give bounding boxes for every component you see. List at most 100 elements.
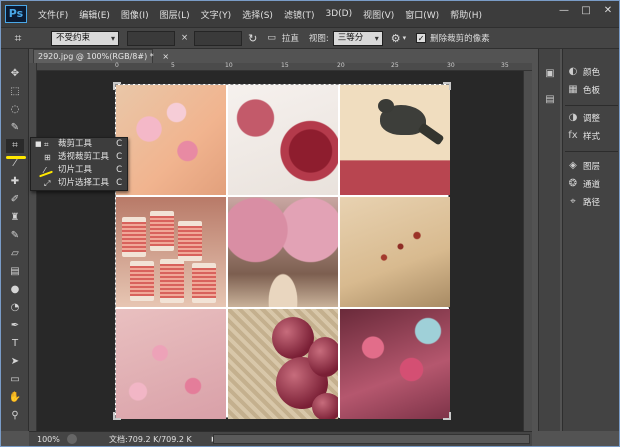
straighten-label[interactable]: 拉直 — [282, 32, 299, 44]
panel-label: 颜色 — [583, 68, 601, 78]
horizontal-scrollbar[interactable] — [213, 434, 530, 444]
blur-tool-icon[interactable]: ● — [6, 283, 24, 297]
menu-view[interactable]: 视图(V) — [363, 8, 394, 21]
view-label: 视图: — [308, 34, 329, 44]
image-collage[interactable] — [115, 84, 450, 419]
swap-symbol[interactable]: × — [181, 33, 188, 43]
crop-handle-top-left[interactable] — [113, 82, 121, 90]
menu-select[interactable]: 选择(S) — [242, 8, 273, 21]
panel-paths[interactable]: ⌖ 路径 — [567, 195, 600, 209]
spool — [160, 259, 184, 303]
marquee-tool-icon[interactable]: ⬚ — [6, 85, 24, 99]
panel-divider — [565, 105, 618, 106]
ratio-dropdown[interactable]: 不受约束 — [51, 30, 119, 46]
chevron-down-icon[interactable]: ▾ — [403, 34, 407, 42]
zoom-tool-icon[interactable]: ⚲ — [6, 409, 24, 423]
swatches-icon: ▦ — [568, 84, 578, 95]
minimize-button[interactable]: — — [557, 5, 571, 16]
panel-adjustments[interactable]: ◑ 调整 — [567, 111, 600, 125]
lasso-tool-icon[interactable]: ◌ — [6, 103, 24, 117]
tools-panel: ✥ ⬚ ◌ ✎ ⌗ ⁄ ✚ ✐ ♜ ✎ ▱ ▤ ● ◔ ✒ T ➤ ▭ ✋ ⚲ — [1, 49, 29, 431]
photo-red-roses — [228, 85, 338, 195]
photo-blossom-avenue — [228, 197, 338, 307]
flyout-item-crop[interactable]: ■ ⌗ 裁剪工具 C — [31, 138, 127, 151]
height-field[interactable] — [194, 30, 243, 46]
ruler-label: 25 — [391, 62, 399, 69]
menu-type[interactable]: 文字(Y) — [201, 8, 232, 21]
history-icon[interactable]: ▣ — [543, 67, 557, 81]
menu-3d[interactable]: 3D(D) — [325, 9, 352, 19]
ruler-label: 30 — [447, 62, 455, 69]
slice-select-icon: ⤢ — [44, 179, 51, 188]
panel-icon-strip: ▣ ▤ — [538, 49, 560, 431]
photo-pink-flowers — [116, 309, 226, 419]
clear-icon[interactable]: ↻ — [248, 32, 257, 45]
crop-handle-top-right[interactable] — [443, 82, 451, 90]
eraser-tool-icon[interactable]: ▱ — [6, 247, 24, 261]
flyout-item-perspective-crop[interactable]: ⊞ 透视裁剪工具 C — [31, 151, 127, 164]
menu-window[interactable]: 窗口(W) — [405, 8, 439, 21]
menu-file[interactable]: 文件(F) — [38, 8, 68, 21]
document-tab[interactable]: 2920.jpg @ 100%(RGB/8#) * × — [33, 49, 169, 63]
panel-divider — [565, 151, 618, 152]
spool — [192, 263, 216, 303]
shape-tool-icon[interactable]: ▭ — [6, 373, 24, 387]
healing-tool-icon[interactable]: ✚ — [6, 175, 24, 189]
type-tool-icon[interactable]: T — [6, 337, 24, 351]
panel-label: 调整 — [583, 114, 601, 124]
pen-tool-icon[interactable]: ✒ — [6, 319, 24, 333]
crop-handle-bottom-left[interactable] — [113, 412, 121, 420]
perspective-crop-icon: ⊞ — [44, 153, 51, 162]
panel-channels[interactable]: ❂ 通道 — [567, 177, 600, 191]
quick-select-tool-icon[interactable]: ✎ — [6, 121, 24, 135]
properties-icon[interactable]: ▤ — [543, 93, 557, 107]
close-button[interactable]: ✕ — [601, 5, 615, 16]
options-bar: ⌗ 不受约束 × ↻ ▭ 拉直 视图: 三等分 ⚙ ▾ ✓ 删除裁剪的像素 — [1, 27, 619, 49]
menu-edit[interactable]: 编辑(E) — [79, 8, 110, 21]
straighten-icon[interactable]: ▭ — [267, 33, 276, 43]
flyout-item-label: 裁剪工具 — [58, 139, 93, 149]
spool — [150, 211, 174, 251]
menu-help[interactable]: 帮助(H) — [450, 8, 482, 21]
panel-styles[interactable]: fx 样式 — [567, 129, 600, 143]
eyedropper-tool-icon[interactable]: ⁄ — [6, 157, 24, 171]
panel-layers[interactable]: ◈ 图层 — [567, 159, 600, 173]
ruler-label: 20 — [337, 62, 345, 69]
flyout-item-label: 切片工具 — [58, 165, 93, 175]
menu-image[interactable]: 图像(I) — [121, 8, 149, 21]
menu-layer[interactable]: 图层(L) — [160, 8, 190, 21]
delete-cropped-checkbox[interactable]: ✓ — [416, 33, 427, 43]
view-dropdown[interactable]: 三等分 — [332, 30, 383, 46]
gear-icon[interactable]: ⚙ — [391, 32, 401, 45]
close-tab-icon[interactable]: × — [162, 52, 169, 61]
vertical-scrollbar[interactable] — [523, 71, 532, 431]
path-select-tool-icon[interactable]: ➤ — [6, 355, 24, 369]
status-info-icon[interactable] — [67, 434, 77, 444]
brush-tool-icon[interactable]: ✐ — [6, 193, 24, 207]
photoshop-window: Ps 文件(F) 编辑(E) 图像(I) 图层(L) 文字(Y) 选择(S) 滤… — [0, 0, 620, 447]
dodge-tool-icon[interactable]: ◔ — [6, 301, 24, 315]
flyout-item-label: 透视裁剪工具 — [58, 152, 110, 162]
spool — [122, 217, 146, 257]
gradient-tool-icon[interactable]: ▤ — [6, 265, 24, 279]
crop-tool-icon[interactable]: ⌗ — [6, 139, 24, 153]
history-brush-tool-icon[interactable]: ✎ — [6, 229, 24, 243]
channels-icon: ❂ — [568, 178, 578, 189]
photo-bird-on-roof — [340, 85, 450, 195]
panel-label: 样式 — [583, 132, 601, 142]
stamp-tool-icon[interactable]: ♜ — [6, 211, 24, 225]
ruler-horizontal: 0 5 10 15 20 25 30 35 — [29, 62, 532, 71]
move-tool-icon[interactable]: ✥ — [6, 67, 24, 81]
ruler-label: 0 — [115, 62, 119, 69]
width-field[interactable] — [127, 30, 175, 46]
panel-swatches[interactable]: ▦ 色板 — [567, 83, 600, 97]
crop-tool-preset-icon[interactable]: ⌗ — [7, 30, 29, 46]
menu-filter[interactable]: 滤镜(T) — [284, 8, 315, 21]
hand-tool-icon[interactable]: ✋ — [6, 391, 24, 405]
flyout-item-slice-select[interactable]: ⤢ 切片选择工具 C — [31, 177, 127, 190]
crop-handle-bottom-right[interactable] — [443, 412, 451, 420]
maximize-button[interactable]: □ — [579, 5, 593, 16]
photo-pink-blossoms — [116, 85, 226, 195]
panel-color[interactable]: ◐ 颜色 — [567, 65, 600, 79]
zoom-level[interactable]: 100% — [37, 435, 67, 444]
